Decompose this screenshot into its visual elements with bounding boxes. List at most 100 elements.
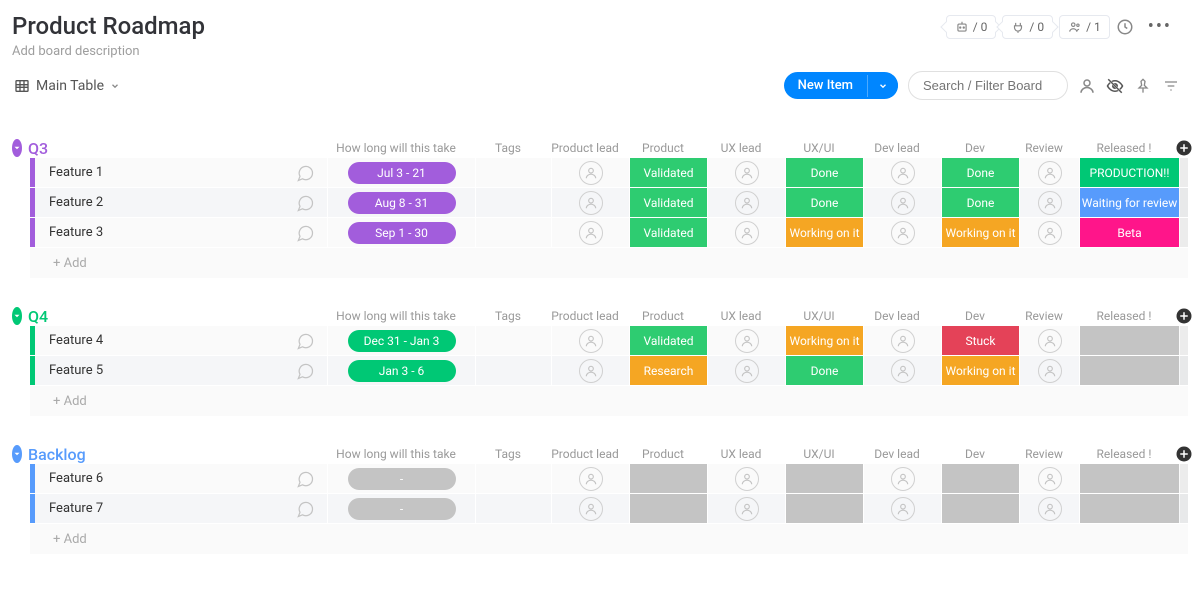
- person-cell[interactable]: [551, 188, 629, 217]
- tags-cell[interactable]: [475, 464, 551, 493]
- add-column-button[interactable]: [1174, 138, 1194, 158]
- filter-button[interactable]: [1162, 77, 1180, 95]
- group-collapse-toggle[interactable]: [12, 307, 22, 325]
- column-header-tags[interactable]: Tags: [470, 447, 546, 461]
- timeline-cell[interactable]: Jan 3 - 6: [327, 356, 475, 385]
- timeline-cell[interactable]: Jul 3 - 21: [327, 158, 475, 187]
- conversation-button[interactable]: [283, 158, 327, 187]
- status-cell[interactable]: [785, 494, 863, 523]
- conversation-button[interactable]: [283, 464, 327, 493]
- new-item-button[interactable]: New Item: [784, 72, 898, 99]
- item-name[interactable]: Feature 3: [35, 218, 283, 247]
- status-cell[interactable]: Validated: [629, 188, 707, 217]
- person-cell[interactable]: [1019, 356, 1079, 385]
- timeline-cell[interactable]: Aug 8 - 31: [327, 188, 475, 217]
- column-header-dev_lead[interactable]: Dev lead: [858, 447, 936, 461]
- group-title[interactable]: Q3: [26, 139, 322, 158]
- status-cell[interactable]: Working on it: [785, 218, 863, 247]
- person-cell[interactable]: [1019, 494, 1079, 523]
- timeline-cell[interactable]: Sep 1 - 30: [327, 218, 475, 247]
- column-header-ux_lead[interactable]: UX lead: [702, 309, 780, 323]
- tags-cell[interactable]: [475, 188, 551, 217]
- status-cell[interactable]: [785, 464, 863, 493]
- column-header-product[interactable]: Product: [624, 447, 702, 461]
- person-cell[interactable]: [863, 356, 941, 385]
- search-input[interactable]: [908, 71, 1068, 100]
- person-cell[interactable]: [707, 158, 785, 187]
- table-row[interactable]: Feature 4 Dec 31 - Jan 3 Validated Worki…: [30, 326, 1188, 356]
- status-cell[interactable]: Stuck: [941, 326, 1019, 355]
- column-header-dev[interactable]: Dev: [936, 447, 1014, 461]
- group-title[interactable]: Backlog: [26, 445, 322, 464]
- status-cell[interactable]: [941, 464, 1019, 493]
- item-name[interactable]: Feature 6: [35, 464, 283, 493]
- status-cell[interactable]: [941, 494, 1019, 523]
- person-cell[interactable]: [551, 158, 629, 187]
- table-row[interactable]: Feature 2 Aug 8 - 31 Validated Done Done…: [30, 188, 1188, 218]
- add-column-button[interactable]: [1174, 306, 1194, 326]
- status-cell[interactable]: Validated: [629, 158, 707, 187]
- column-header-product_lead[interactable]: Product lead: [546, 447, 624, 461]
- person-cell[interactable]: [707, 218, 785, 247]
- add-item-row[interactable]: + Add: [30, 248, 1188, 278]
- person-cell[interactable]: [863, 494, 941, 523]
- add-item-row[interactable]: + Add: [30, 386, 1188, 416]
- person-cell[interactable]: [1019, 218, 1079, 247]
- person-cell[interactable]: [551, 326, 629, 355]
- person-cell[interactable]: [707, 356, 785, 385]
- status-cell[interactable]: Done: [941, 188, 1019, 217]
- status-cell[interactable]: Done: [785, 356, 863, 385]
- column-header-uxui[interactable]: UX/UI: [780, 447, 858, 461]
- status-cell[interactable]: Working on it: [941, 356, 1019, 385]
- column-header-uxui[interactable]: UX/UI: [780, 141, 858, 155]
- group-title[interactable]: Q4: [26, 307, 322, 326]
- more-options-button[interactable]: •••: [1140, 12, 1180, 41]
- person-cell[interactable]: [551, 218, 629, 247]
- status-cell[interactable]: Done: [785, 158, 863, 187]
- table-row[interactable]: Feature 1 Jul 3 - 21 Validated Done Done…: [30, 158, 1188, 188]
- status-cell[interactable]: [1079, 494, 1179, 523]
- person-cell[interactable]: [863, 464, 941, 493]
- status-cell[interactable]: [629, 464, 707, 493]
- person-cell[interactable]: [863, 188, 941, 217]
- person-cell[interactable]: [1019, 464, 1079, 493]
- column-header-ux_lead[interactable]: UX lead: [702, 447, 780, 461]
- members-button[interactable]: / 1: [1059, 15, 1110, 39]
- tags-cell[interactable]: [475, 218, 551, 247]
- column-header-released[interactable]: Released !: [1074, 447, 1174, 461]
- column-header-dev[interactable]: Dev: [936, 309, 1014, 323]
- column-header-released[interactable]: Released !: [1074, 309, 1174, 323]
- add-item-row[interactable]: + Add: [30, 524, 1188, 554]
- person-cell[interactable]: [863, 218, 941, 247]
- column-header-review[interactable]: Review: [1014, 141, 1074, 155]
- item-name[interactable]: Feature 7: [35, 494, 283, 523]
- person-cell[interactable]: [551, 356, 629, 385]
- timeline-cell[interactable]: -: [327, 494, 475, 523]
- timeline-cell[interactable]: Dec 31 - Jan 3: [327, 326, 475, 355]
- column-header-uxui[interactable]: UX/UI: [780, 309, 858, 323]
- status-cell[interactable]: Waiting for review: [1079, 188, 1179, 217]
- table-row[interactable]: Feature 7 -: [30, 494, 1188, 524]
- item-name[interactable]: Feature 1: [35, 158, 283, 187]
- person-cell[interactable]: [707, 188, 785, 217]
- view-selector[interactable]: Main Table: [14, 78, 120, 94]
- column-header-duration[interactable]: How long will this take: [322, 309, 470, 323]
- add-column-button[interactable]: [1174, 444, 1194, 464]
- person-cell[interactable]: [707, 464, 785, 493]
- status-cell[interactable]: Research: [629, 356, 707, 385]
- table-row[interactable]: Feature 5 Jan 3 - 6 Research Done Workin…: [30, 356, 1188, 386]
- column-header-product_lead[interactable]: Product lead: [546, 309, 624, 323]
- column-header-review[interactable]: Review: [1014, 447, 1074, 461]
- column-header-tags[interactable]: Tags: [470, 141, 546, 155]
- person-cell[interactable]: [551, 464, 629, 493]
- column-header-dev_lead[interactable]: Dev lead: [858, 309, 936, 323]
- conversation-button[interactable]: [283, 188, 327, 217]
- table-row[interactable]: Feature 6 -: [30, 464, 1188, 494]
- status-cell[interactable]: Done: [785, 188, 863, 217]
- person-cell[interactable]: [707, 494, 785, 523]
- tags-cell[interactable]: [475, 494, 551, 523]
- timeline-cell[interactable]: -: [327, 464, 475, 493]
- status-cell[interactable]: [1079, 356, 1179, 385]
- conversation-button[interactable]: [283, 494, 327, 523]
- new-item-dropdown[interactable]: [867, 75, 898, 97]
